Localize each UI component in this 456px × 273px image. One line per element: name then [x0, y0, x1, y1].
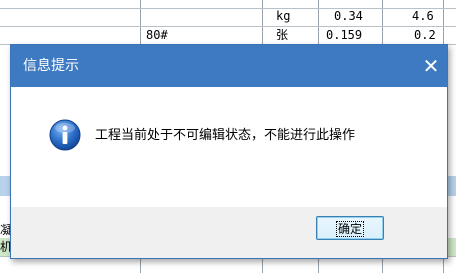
dialog-title: 信息提示: [23, 58, 79, 74]
info-icon: [49, 119, 81, 151]
cell-value: 0.34: [334, 9, 363, 23]
close-icon: ✕: [422, 54, 440, 78]
info-dialog: 信息提示 ✕ 工程当前处于不可编辑状态，不能进行此操作 确定: [10, 44, 448, 259]
cell-unit: kg: [276, 9, 291, 23]
cell-name: 80#: [146, 28, 168, 42]
ok-button[interactable]: 确定: [316, 216, 384, 240]
cell-value: 0.2: [414, 28, 436, 42]
dialog-content: 工程当前处于不可编辑状态，不能进行此操作: [11, 87, 447, 207]
cell-unit: 张: [276, 28, 289, 42]
dialog-message: 工程当前处于不可编辑状态，不能进行此操作: [95, 128, 356, 143]
cell-value: 4.6: [412, 9, 434, 23]
cell-value: 0.159: [326, 28, 363, 42]
dialog-footer: 确定: [11, 207, 447, 258]
dialog-titlebar[interactable]: 信息提示 ✕: [11, 45, 447, 87]
grid-line: [0, 26, 456, 27]
close-button[interactable]: ✕: [419, 54, 443, 78]
grid-line: [0, 8, 456, 9]
ok-button-label: 确定: [335, 221, 364, 237]
